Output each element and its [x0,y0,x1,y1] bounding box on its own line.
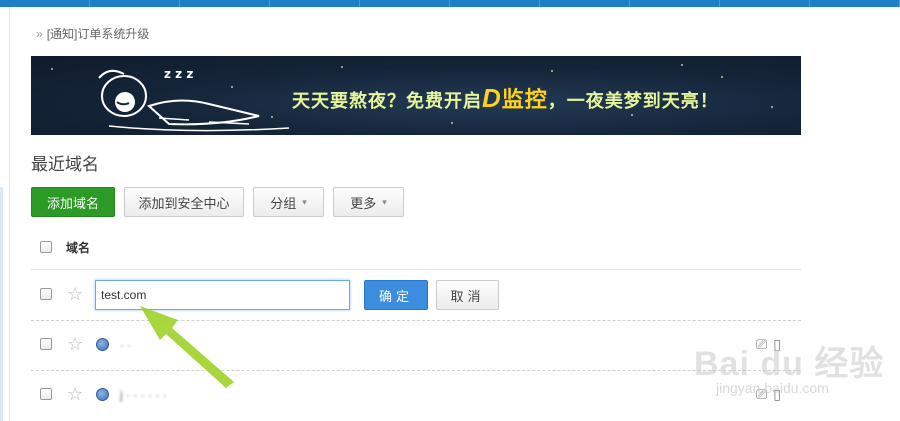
top-nav-segment[interactable] [90,0,180,7]
row-divider [31,320,801,321]
top-nav-segment[interactable] [810,0,900,7]
more-label: 更多 [350,195,377,211]
confirm-button[interactable]: 确定 [364,280,428,310]
top-nav-segment[interactable] [540,0,630,7]
notice-text[interactable]: [通知]订单系统升级 [47,27,150,41]
add-to-security-label: 添加到安全中心 [138,195,230,211]
cancel-label: 取消 [450,288,485,304]
banner-star [51,68,53,70]
star-icon[interactable]: ☆ [67,335,83,353]
banner-star [631,114,633,116]
banner-slogan-part2: ，一夜美梦到天亮！ [547,91,719,111]
banner-slogan: 天天要熬夜？免费开启D监控，一夜美梦到天亮！ [292,82,719,114]
top-nav-segment[interactable] [720,0,810,7]
group-dropdown-button[interactable]: 分组 ▾ [253,187,324,217]
top-nav-segment[interactable] [0,0,90,7]
notice-link[interactable]: » [通知]订单系统升级 [36,25,149,42]
banner-star [551,70,553,72]
row-divider [31,269,801,270]
top-nav-segment[interactable] [630,0,720,7]
banner-slogan-part1: 天天要熬夜？免费开启 [292,91,482,111]
banner-brand-name: 监控 [501,87,548,112]
top-nav-segment[interactable] [450,0,540,7]
row-divider [31,370,801,371]
banner-star [681,64,683,66]
chevron-down-icon: ▾ [302,196,307,207]
domain-link[interactable]: j · · · · · · [120,388,167,402]
column-header-domain: 域名 [66,241,91,255]
sidebar-highlight [0,187,3,421]
add-domain-button[interactable]: 添加域名 [31,187,115,217]
chevron-right-icon: » [36,27,43,41]
more-dropdown-button[interactable]: 更多 ▾ [333,187,404,217]
banner-brand-d: D [482,83,502,113]
chevron-down-icon: ▾ [382,196,387,207]
globe-icon [96,338,109,351]
row-checkbox[interactable] [40,388,52,400]
add-to-security-button[interactable]: 添加到安全中心 [124,187,244,217]
top-nav-bar [0,0,900,7]
row-checkbox[interactable] [40,338,52,350]
promo-banner[interactable]: z z z 天天要熬夜？免费开启D监控，一夜美梦到天亮！ [31,56,801,135]
select-all-checkbox[interactable] [40,241,52,253]
sleep-z-text: z z z [164,67,193,81]
domain-link[interactable]: · · [120,338,131,352]
star-icon[interactable]: ☆ [67,385,83,403]
top-nav-segment[interactable] [360,0,450,7]
row-checkbox[interactable] [40,288,52,300]
cancel-button[interactable]: 取消 [436,280,499,310]
top-nav-segment[interactable] [180,0,270,7]
star-icon[interactable]: ☆ [67,285,83,303]
banner-star [341,66,343,68]
banner-star [721,76,723,78]
add-domain-label: 添加域名 [46,195,99,211]
top-nav-segment[interactable] [270,0,360,7]
confirm-label: 确定 [378,288,413,304]
banner-star [451,122,453,124]
watermark-url: jingyan.baidu.com [716,380,829,396]
domain-name-input[interactable] [95,280,350,310]
group-label: 分组 [270,195,297,211]
sleeping-character-illustration: z z z [98,67,290,132]
section-title: 最近域名 [31,155,99,174]
watermark-logo: Bai du 经验 [694,345,885,383]
banner-star [771,106,773,108]
left-sidebar-edge [0,7,10,421]
globe-icon [96,388,109,401]
